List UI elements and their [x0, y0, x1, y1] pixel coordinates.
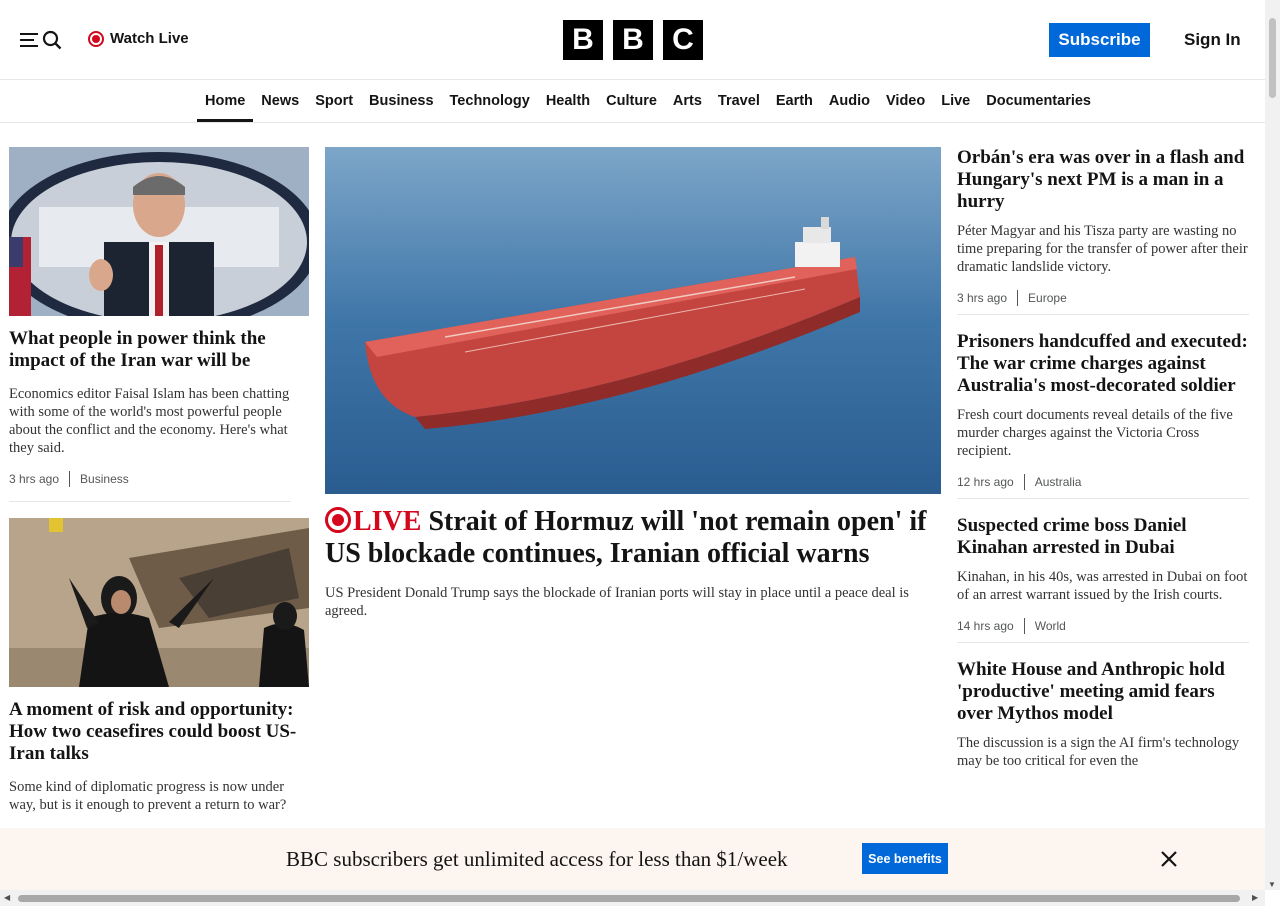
story-image-celebration[interactable] — [9, 518, 309, 687]
story-headline[interactable]: Orbán's era was over in a flash and Hung… — [957, 147, 1249, 213]
horizontal-scrollbar[interactable]: ◀ ▶ — [0, 890, 1265, 906]
live-icon — [88, 30, 104, 47]
search-icon — [42, 30, 62, 50]
story-time: 3 hrs ago — [957, 291, 1008, 305]
scroll-down-arrow-icon[interactable]: ▼ — [1268, 880, 1276, 889]
story-summary: Economics editor Faisal Islam has been c… — [9, 386, 290, 456]
vertical-scroll-thumb[interactable] — [1269, 18, 1276, 98]
story-divider — [957, 642, 1249, 643]
watch-live-link[interactable]: Watch Live — [88, 30, 189, 47]
story-card[interactable]: Suspected crime boss Daniel Kinahan arre… — [957, 515, 1249, 634]
logo-letter: B — [613, 20, 653, 60]
main-column: LIVE Strait of Hormuz will 'not remain o… — [325, 147, 941, 620]
lead-story-image-tanker[interactable] — [325, 147, 941, 494]
meta-divider — [1023, 474, 1025, 490]
story-section[interactable]: Business — [80, 472, 129, 486]
banner-text: BBC subscribers get unlimited access for… — [286, 847, 788, 871]
story-time: 3 hrs ago — [9, 472, 60, 486]
nav-item-documentaries[interactable]: Documentaries — [978, 80, 1099, 122]
story-divider — [957, 314, 1249, 315]
lead-story-headline[interactable]: LIVE Strait of Hormuz will 'not remain o… — [325, 506, 941, 570]
story-card[interactable]: White House and Anthropic hold 'producti… — [957, 659, 1249, 770]
menu-icon — [20, 33, 38, 47]
vertical-scrollbar[interactable]: ▼ — [1265, 0, 1280, 890]
live-icon — [325, 507, 351, 533]
meta-divider — [69, 471, 71, 487]
nav-item-video[interactable]: Video — [878, 80, 933, 122]
story-summary: Kinahan, in his 40s, was arrested in Dub… — [957, 569, 1248, 603]
bbc-logo[interactable]: B B C — [563, 20, 703, 60]
story-card[interactable]: Prisoners handcuffed and executed: The w… — [957, 331, 1249, 490]
story-section[interactable]: Australia — [1035, 475, 1082, 489]
story-summary: Some kind of diplomatic progress is now … — [9, 779, 287, 813]
scroll-right-arrow-icon[interactable]: ▶ — [1252, 893, 1258, 902]
close-icon — [1161, 851, 1177, 867]
left-column: What people in power think the impact of… — [9, 147, 309, 814]
story-summary: Fresh court documents reveal details of … — [957, 407, 1233, 459]
story-time: 14 hrs ago — [957, 619, 1014, 633]
story-headline[interactable]: White House and Anthropic hold 'producti… — [957, 659, 1249, 725]
story-meta: 3 hrs ago Europe — [957, 290, 1249, 306]
see-benefits-button[interactable]: See benefits — [862, 843, 948, 874]
story-card[interactable]: Orbán's era was over in a flash and Hung… — [957, 147, 1249, 306]
horizontal-scroll-thumb[interactable] — [18, 895, 1240, 902]
nav-item-travel[interactable]: Travel — [710, 80, 768, 122]
sign-in-link[interactable]: Sign In — [1184, 30, 1241, 50]
story-headline[interactable]: Prisoners handcuffed and executed: The w… — [957, 331, 1249, 397]
story-divider — [957, 498, 1249, 499]
nav-item-sport[interactable]: Sport — [307, 80, 361, 122]
watch-live-label: Watch Live — [110, 30, 189, 47]
nav-item-business[interactable]: Business — [361, 80, 441, 122]
nav-item-home[interactable]: Home — [197, 80, 254, 122]
nav-item-culture[interactable]: Culture — [598, 80, 665, 122]
subscription-banner: BBC subscribers get unlimited access for… — [0, 828, 1265, 890]
story-time: 12 hrs ago — [957, 475, 1014, 489]
story-meta: 3 hrs ago Business — [9, 471, 309, 487]
story-divider — [9, 501, 291, 502]
nav-item-live[interactable]: Live — [933, 80, 978, 122]
press-briefing-illustration — [9, 147, 309, 316]
banner-close-button[interactable] — [1159, 849, 1179, 869]
subscribe-button[interactable]: Subscribe — [1049, 23, 1150, 57]
menu-search-button[interactable] — [20, 28, 62, 52]
section-nav: Home News Sport Business Technology Heal… — [0, 80, 1265, 123]
nav-item-audio[interactable]: Audio — [821, 80, 878, 122]
story-card[interactable]: A moment of risk and opportunity: How tw… — [9, 518, 309, 814]
story-headline[interactable]: Suspected crime boss Daniel Kinahan arre… — [957, 515, 1249, 559]
tanker-illustration — [325, 147, 941, 494]
meta-divider — [1023, 618, 1025, 634]
story-section[interactable]: World — [1035, 619, 1066, 633]
scroll-left-arrow-icon[interactable]: ◀ — [4, 893, 10, 902]
nav-item-arts[interactable]: Arts — [665, 80, 710, 122]
nav-item-earth[interactable]: Earth — [768, 80, 821, 122]
story-headline[interactable]: What people in power think the impact of… — [9, 328, 309, 372]
nav-item-news[interactable]: News — [253, 80, 307, 122]
nav-item-health[interactable]: Health — [538, 80, 598, 122]
lead-story-card[interactable]: LIVE Strait of Hormuz will 'not remain o… — [325, 147, 941, 620]
story-image-press-briefing[interactable] — [9, 147, 309, 316]
story-summary: Péter Magyar and his Tisza party are was… — [957, 223, 1248, 275]
logo-letter: B — [563, 20, 603, 60]
live-badge: LIVE — [325, 506, 421, 537]
story-meta: 14 hrs ago World — [957, 618, 1249, 634]
celebration-illustration — [9, 518, 309, 687]
logo-letter: C — [663, 20, 703, 60]
story-card[interactable]: What people in power think the impact of… — [9, 147, 309, 487]
live-label: LIVE — [353, 506, 422, 537]
story-headline[interactable]: A moment of risk and opportunity: How tw… — [9, 699, 309, 765]
story-section[interactable]: Europe — [1028, 291, 1067, 305]
story-summary: The discussion is a sign the AI firm's t… — [957, 735, 1240, 769]
meta-divider — [1017, 290, 1019, 306]
right-column: Orbán's era was over in a flash and Hung… — [957, 147, 1249, 770]
nav-item-technology[interactable]: Technology — [442, 80, 538, 122]
lead-story-summary: US President Donald Trump says the block… — [325, 585, 909, 619]
story-meta: 12 hrs ago Australia — [957, 474, 1249, 490]
top-bar: Watch Live B B C Subscribe Sign In — [0, 0, 1265, 80]
